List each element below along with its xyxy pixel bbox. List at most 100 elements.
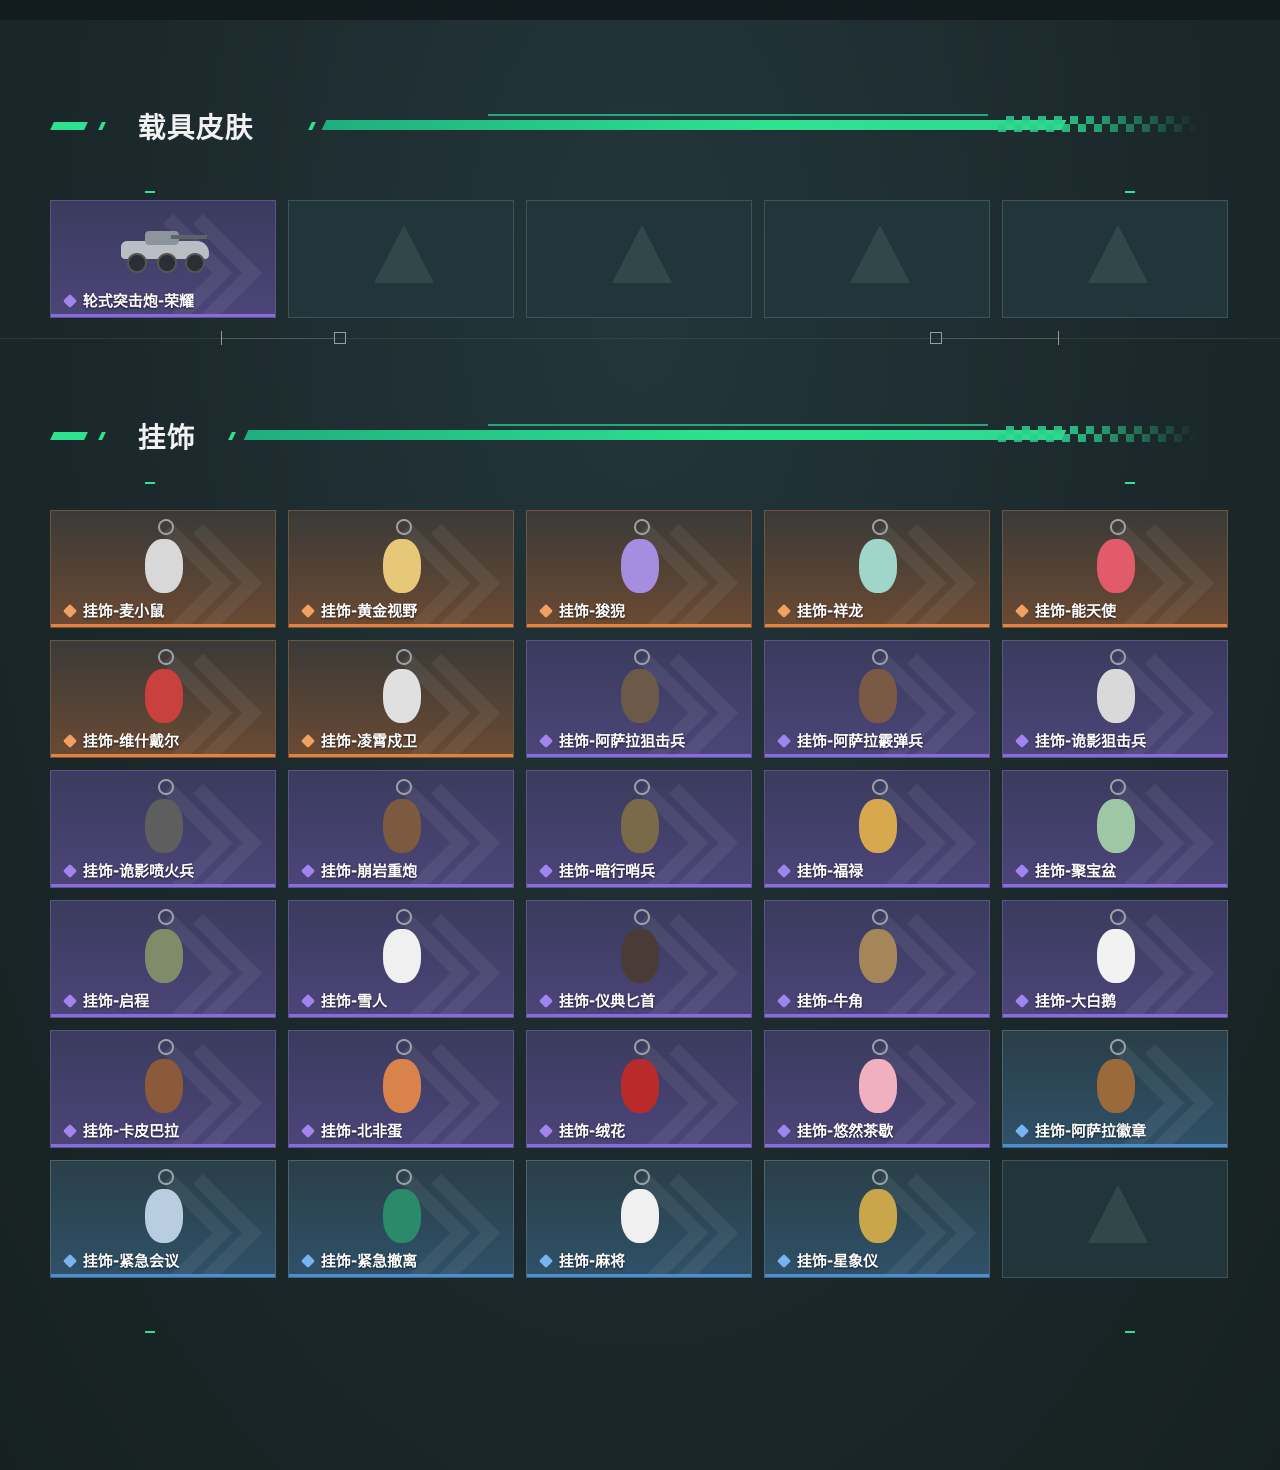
- item-label: 挂饰-黄金视野: [301, 601, 417, 621]
- item-card[interactable]: 挂饰-能天使: [1002, 510, 1228, 628]
- rarity-bar: [765, 1274, 989, 1277]
- item-label: 挂饰-诡影喷火兵: [63, 861, 194, 881]
- item-label: 挂饰-阿萨拉徽章: [1015, 1121, 1146, 1141]
- item-name: 挂饰-绒花: [559, 1122, 626, 1140]
- rarity-bar: [289, 1144, 513, 1147]
- item-card[interactable]: 挂饰-麦小鼠: [50, 510, 276, 628]
- item-card[interactable]: 挂饰-大白鹅: [1002, 900, 1228, 1018]
- item-name: 挂饰-仪典匕首: [559, 992, 656, 1010]
- ruler-line: [942, 338, 1058, 339]
- item-card[interactable]: 挂饰-聚宝盆: [1002, 770, 1228, 888]
- item-label: 挂饰-维什戴尔: [63, 731, 179, 751]
- item-card[interactable]: 挂饰-狻猊: [526, 510, 752, 628]
- item-card[interactable]: 挂饰-诡影喷火兵: [50, 770, 276, 888]
- rarity-bar: [51, 314, 275, 317]
- rarity-diamond-icon: [301, 864, 315, 878]
- header-checker: [998, 116, 1198, 132]
- item-card[interactable]: 挂饰-悠然茶歇: [764, 1030, 990, 1148]
- charm-icon: [853, 519, 903, 601]
- charm-icon: [853, 1039, 903, 1121]
- rarity-diamond-icon: [63, 994, 77, 1008]
- item-card[interactable]: 挂饰-牛角: [764, 900, 990, 1018]
- rarity-bar: [527, 624, 751, 627]
- rarity-diamond-icon: [1015, 734, 1029, 748]
- rarity-bar: [765, 624, 989, 627]
- rarity-diamond-icon: [301, 734, 315, 748]
- item-name: 挂饰-狻猊: [559, 602, 626, 620]
- section-header-charms: 挂饰: [48, 418, 1208, 458]
- rarity-diamond-icon: [63, 734, 77, 748]
- item-label: 挂饰-崩岩重炮: [301, 861, 417, 881]
- section-header-vehicle-skins: 载具皮肤: [48, 108, 1208, 148]
- item-card[interactable]: 挂饰-祥龙: [764, 510, 990, 628]
- item-card[interactable]: 挂饰-阿萨拉狙击兵: [526, 640, 752, 758]
- item-label: 挂饰-狻猊: [539, 601, 625, 621]
- empty-slot: [288, 200, 514, 318]
- item-name: 挂饰-聚宝盆: [1035, 862, 1117, 880]
- item-label: 挂饰-仪典匕首: [539, 991, 655, 1011]
- item-card[interactable]: 挂饰-紧急撤离: [288, 1160, 514, 1278]
- item-name: 轮式突击炮-荣耀: [83, 292, 195, 310]
- rarity-diamond-icon: [301, 1124, 315, 1138]
- item-card[interactable]: 轮式突击炮-荣耀: [50, 200, 276, 318]
- item-label: 挂饰-祥龙: [777, 601, 863, 621]
- item-name: 挂饰-阿萨拉霰弹兵: [797, 732, 924, 750]
- item-label: 挂饰-紧急撤离: [301, 1251, 417, 1271]
- item-card[interactable]: 挂饰-福禄: [764, 770, 990, 888]
- rarity-diamond-icon: [539, 734, 553, 748]
- item-name: 挂饰-黄金视野: [321, 602, 418, 620]
- rarity-diamond-icon: [301, 1254, 315, 1268]
- rarity-diamond-icon: [1015, 994, 1029, 1008]
- charm-icon: [377, 1039, 427, 1121]
- charm-icon: [615, 519, 665, 601]
- item-card[interactable]: 挂饰-崩岩重炮: [288, 770, 514, 888]
- header-accent: [98, 432, 106, 440]
- rarity-bar: [765, 884, 989, 887]
- placeholder-logo-icon: [1088, 225, 1148, 283]
- item-name: 挂饰-能天使: [1035, 602, 1117, 620]
- corner-tick: [1125, 482, 1135, 484]
- item-label: 挂饰-大白鹅: [1015, 991, 1116, 1011]
- charm-icon: [853, 1169, 903, 1251]
- item-card[interactable]: 挂饰-雪人: [288, 900, 514, 1018]
- rarity-diamond-icon: [777, 864, 791, 878]
- item-card[interactable]: 挂饰-卡皮巴拉: [50, 1030, 276, 1148]
- item-label: 挂饰-启程: [63, 991, 149, 1011]
- charm-icon: [377, 519, 427, 601]
- item-card[interactable]: 挂饰-绒花: [526, 1030, 752, 1148]
- item-label: 挂饰-能天使: [1015, 601, 1116, 621]
- item-card[interactable]: 挂饰-星象仪: [764, 1160, 990, 1278]
- item-card[interactable]: 挂饰-仪典匕首: [526, 900, 752, 1018]
- item-card[interactable]: 挂饰-诡影狙击兵: [1002, 640, 1228, 758]
- rarity-bar: [289, 624, 513, 627]
- charm-icon: [615, 1039, 665, 1121]
- item-name: 挂饰-北非蛋: [321, 1122, 403, 1140]
- charm-icon: [1091, 519, 1141, 601]
- item-name: 挂饰-大白鹅: [1035, 992, 1117, 1010]
- item-card[interactable]: 挂饰-启程: [50, 900, 276, 1018]
- rarity-bar: [765, 754, 989, 757]
- rarity-bar: [1003, 1144, 1227, 1147]
- section-title: 挂饰: [138, 421, 197, 454]
- item-name: 挂饰-阿萨拉徽章: [1035, 1122, 1147, 1140]
- item-card[interactable]: 挂饰-暗行哨兵: [526, 770, 752, 888]
- item-name: 挂饰-紧急会议: [83, 1252, 180, 1270]
- item-card[interactable]: 挂饰-阿萨拉徽章: [1002, 1030, 1228, 1148]
- header-accent: [308, 122, 316, 130]
- item-card[interactable]: 挂饰-紧急会议: [50, 1160, 276, 1278]
- rarity-bar: [527, 884, 751, 887]
- charm-icon: [377, 779, 427, 861]
- charm-icon: [615, 909, 665, 991]
- item-card[interactable]: 挂饰-阿萨拉霰弹兵: [764, 640, 990, 758]
- rarity-diamond-icon: [539, 864, 553, 878]
- item-card[interactable]: 挂饰-维什戴尔: [50, 640, 276, 758]
- item-card[interactable]: 挂饰-凌霄戍卫: [288, 640, 514, 758]
- charm-icon: [1091, 909, 1141, 991]
- charm-icon: [139, 1169, 189, 1251]
- item-card[interactable]: 挂饰-麻将: [526, 1160, 752, 1278]
- item-name: 挂饰-牛角: [797, 992, 864, 1010]
- item-label: 挂饰-星象仪: [777, 1251, 878, 1271]
- rarity-bar: [289, 1014, 513, 1017]
- item-card[interactable]: 挂饰-黄金视野: [288, 510, 514, 628]
- item-card[interactable]: 挂饰-北非蛋: [288, 1030, 514, 1148]
